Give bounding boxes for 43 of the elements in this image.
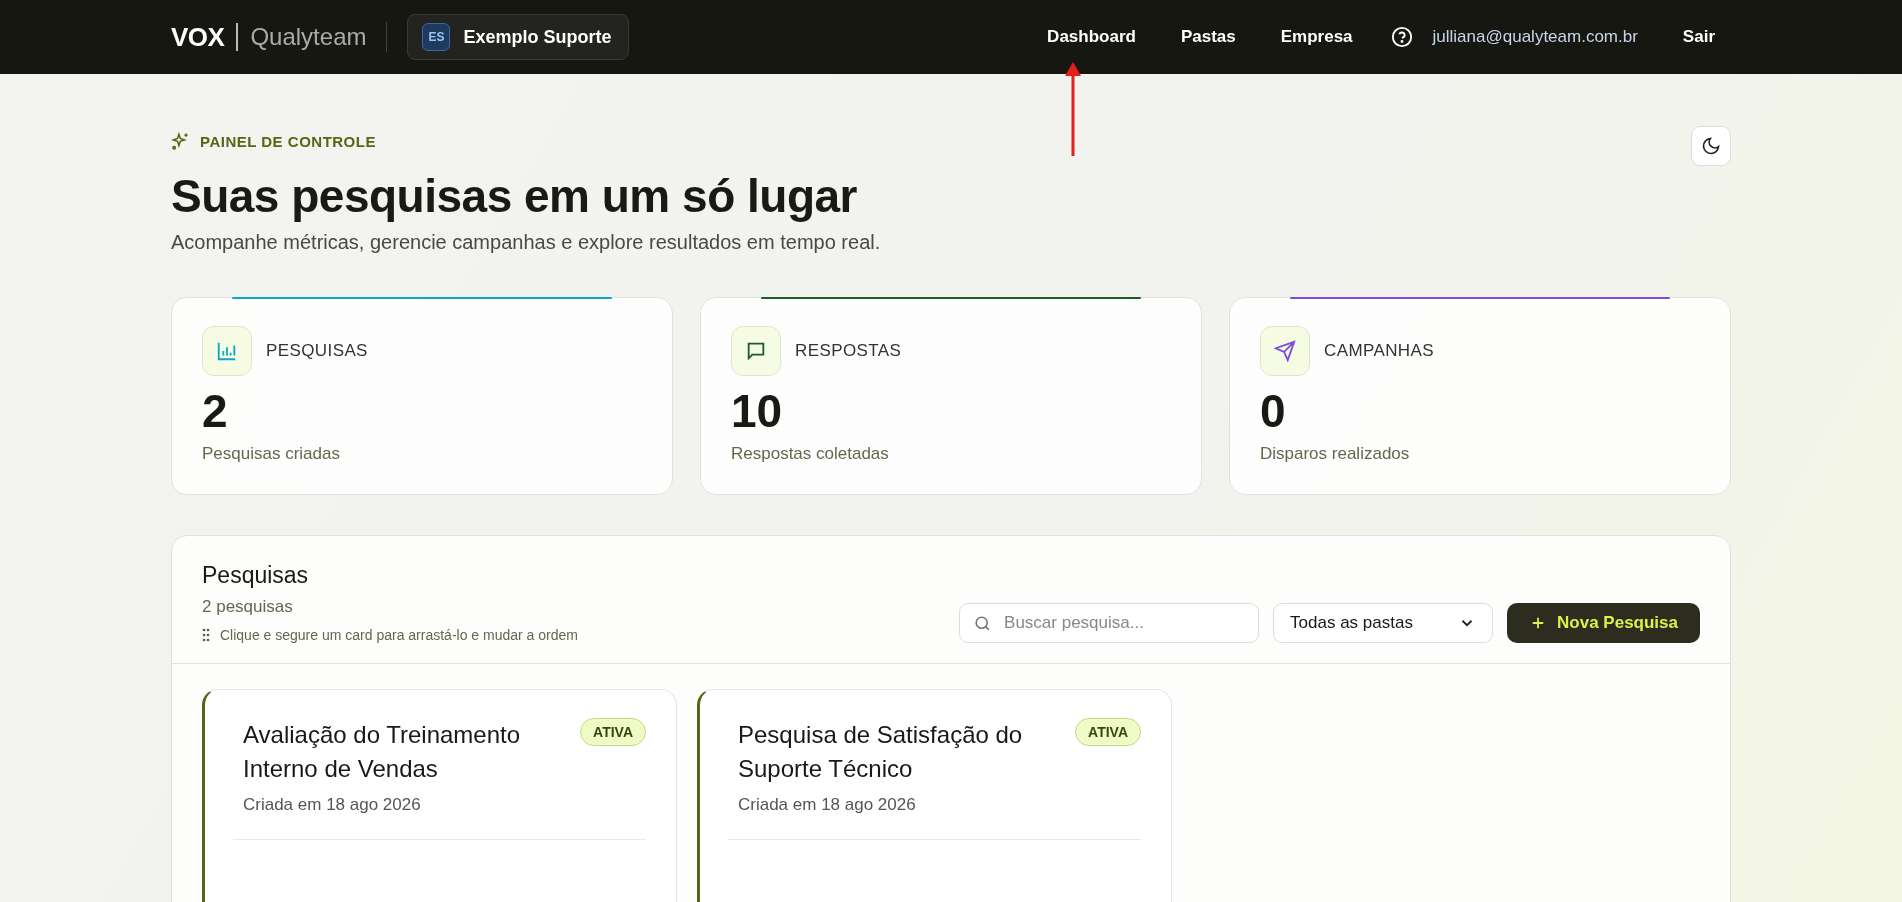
folder-dropdown[interactable]: Todas as pastas bbox=[1273, 603, 1494, 643]
workspace-button[interactable]: ES Exemplo Suporte bbox=[407, 14, 629, 60]
page-subtitle: Acompanhe métricas, gerencie campanhas e explore resultados em tempo real. bbox=[171, 230, 881, 255]
status-badge: ATIVA bbox=[1075, 718, 1141, 746]
nav-link[interactable]: Pastas bbox=[1180, 27, 1236, 47]
stat-label: RESPOSTAS bbox=[795, 341, 902, 361]
message-icon bbox=[745, 340, 767, 362]
stat-caption: Disparos realizados bbox=[1260, 444, 1411, 464]
user-email: julliana@qualyteam.com.br bbox=[1432, 27, 1638, 47]
theme-toggle-button[interactable] bbox=[1691, 126, 1731, 166]
brand-name: Qualyteam bbox=[250, 23, 367, 51]
stat-value: 0 bbox=[1260, 384, 1287, 438]
stat-label: CAMPANHAS bbox=[1324, 341, 1435, 361]
survey-card[interactable]: Avaliação do Treinamento Interno de Vendas ATIVA Criada em 18 ago 2026 bbox=[202, 689, 677, 902]
eyebrow-label: PAINEL DE CONTROLE bbox=[200, 133, 376, 150]
workspace-avatar: ES bbox=[422, 23, 451, 51]
survey-title: Avaliação do Treinamento Interno de Vendas bbox=[243, 720, 522, 784]
survey-card[interactable]: Pesquisa de Satisfação do Suporte Técnico ATIVA Criada em 18 ago 2026 bbox=[697, 689, 1172, 902]
survey-date: Criada em 18 ago 2026 bbox=[738, 795, 917, 816]
nav-link[interactable]: Empresa bbox=[1280, 27, 1353, 47]
logout-link[interactable]: Sair bbox=[1682, 27, 1715, 47]
logo-text: VOX bbox=[171, 21, 225, 53]
survey-count: 2 pesquisas bbox=[202, 597, 294, 617]
search-field[interactable]: Buscar pesquisa... bbox=[959, 603, 1260, 643]
nav-link[interactable]: Dashboard bbox=[1047, 27, 1136, 47]
stat-caption: Respostas coletadas bbox=[731, 444, 890, 464]
stat-value: 2 bbox=[202, 384, 229, 438]
drag-handle-icon bbox=[202, 628, 210, 642]
stat-value: 10 bbox=[731, 384, 784, 438]
new-survey-button[interactable]: Nova Pesquisa bbox=[1507, 603, 1700, 643]
help-icon[interactable] bbox=[1390, 26, 1413, 48]
moon-icon bbox=[1701, 136, 1721, 156]
drag-hint: Clique e segure um card para arrastá-lo e mudar a ordem bbox=[220, 627, 578, 643]
bar-chart-icon bbox=[216, 340, 238, 362]
survey-title: Pesquisa de Satisfação do Suporte Técnico bbox=[738, 720, 1024, 784]
stat-caption: Pesquisas criadas bbox=[202, 444, 341, 464]
status-badge: ATIVA bbox=[580, 718, 646, 746]
send-icon bbox=[1274, 340, 1296, 362]
page-title: Suas pesquisas em um só lugar bbox=[171, 169, 858, 223]
section-title: Pesquisas bbox=[202, 562, 310, 589]
sparkle-icon bbox=[171, 132, 190, 151]
stat-label: PESQUISAS bbox=[266, 341, 368, 361]
survey-date: Criada em 18 ago 2026 bbox=[243, 795, 422, 816]
